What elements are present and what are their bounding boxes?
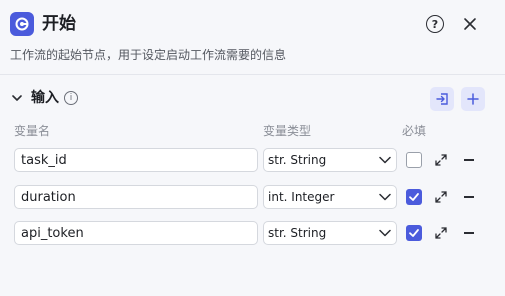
- column-header-required: 必填: [402, 124, 427, 138]
- required-checkbox[interactable]: [406, 225, 422, 241]
- expand-icon[interactable]: [435, 227, 447, 239]
- node-description: 工作流的起始节点，用于设定启动工作流需要的信息: [10, 48, 287, 62]
- column-header-type: 变量类型: [263, 124, 312, 138]
- chevron-down-icon: [379, 156, 391, 164]
- required-checkbox[interactable]: [406, 152, 422, 168]
- help-icon[interactable]: ?: [426, 15, 444, 33]
- variable-type-value: str. String: [268, 153, 327, 167]
- variable-name-input[interactable]: [14, 148, 258, 172]
- import-icon: [436, 93, 448, 105]
- start-logo-icon: [10, 12, 34, 36]
- expand-icon[interactable]: [435, 154, 447, 166]
- variable-type-value: int. Integer: [268, 190, 335, 204]
- remove-variable-button[interactable]: [464, 159, 474, 161]
- variable-type-value: str. String: [268, 226, 327, 240]
- chevron-down-icon: [379, 229, 391, 237]
- column-header-name: 变量名: [14, 124, 51, 138]
- variable-name-input[interactable]: [14, 221, 258, 245]
- variable-name-input[interactable]: [14, 185, 258, 209]
- chevron-down-icon: [379, 193, 391, 201]
- check-icon: [409, 229, 419, 237]
- page-title: 开始: [42, 14, 76, 34]
- plus-icon: [467, 93, 479, 105]
- required-checkbox[interactable]: [406, 189, 422, 205]
- variable-type-select[interactable]: str. String: [263, 221, 397, 245]
- header-divider: [0, 74, 505, 75]
- input-section-title: 输入: [31, 90, 59, 106]
- remove-variable-button[interactable]: [464, 232, 474, 234]
- check-icon: [409, 193, 419, 201]
- add-variable-button[interactable]: [461, 87, 485, 111]
- node-header: 开始 ? 工作流的起始节点，用于设定启动工作流需要的信息: [0, 0, 505, 75]
- close-icon[interactable]: [462, 16, 478, 32]
- import-button[interactable]: [430, 87, 454, 111]
- remove-variable-button[interactable]: [464, 196, 474, 198]
- chevron-down-icon[interactable]: [12, 93, 22, 103]
- variable-type-select[interactable]: str. String: [263, 148, 397, 172]
- info-icon[interactable]: i: [64, 91, 78, 105]
- expand-icon[interactable]: [435, 191, 447, 203]
- variable-type-select[interactable]: int. Integer: [263, 185, 397, 209]
